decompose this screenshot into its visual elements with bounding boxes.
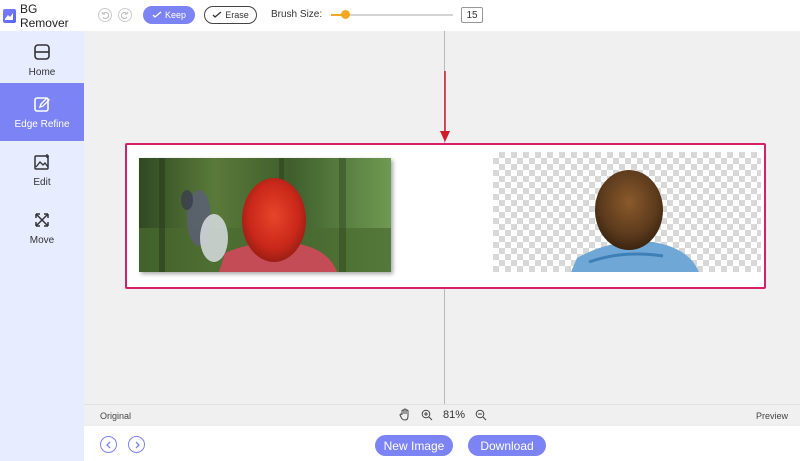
toolbar: Keep Erase Brush Size: 15 [84,0,800,31]
app-brand: BG Remover [0,0,84,31]
undo-button[interactable] [98,8,112,22]
redo-icon [121,11,129,19]
previous-button[interactable] [100,436,117,453]
redo-button[interactable] [118,8,132,22]
sidebar-item-home[interactable]: Home [0,31,84,89]
status-bar: Original 81% Preview [84,404,800,426]
zoom-controls: 81% [399,408,497,421]
zoom-out-icon[interactable] [475,409,487,421]
sidebar-item-label: Home [28,66,56,78]
chevron-right-icon [135,441,140,448]
original-image [139,158,391,272]
sidebar-item-label: Move [29,234,55,246]
erase-button[interactable]: Erase [204,6,257,24]
erase-brush-icon [212,11,222,18]
undo-icon [101,11,109,19]
sidebar-item-label: Edit [33,176,51,188]
app-logo-icon [3,8,16,23]
new-image-button[interactable]: New Image [375,435,453,456]
sidebar: BG Remover Home Edge Refine Edit Move [0,0,84,461]
preview-label: Preview [755,411,788,421]
down-arrow-annotation [440,71,450,142]
original-photo [139,158,391,272]
canvas-area [84,31,800,404]
chevron-left-icon [105,441,110,448]
brush-size-slider[interactable] [331,10,453,19]
brush-size-label: Brush Size: [271,9,323,20]
keep-button[interactable]: Keep [143,6,195,24]
preview-cutout [571,170,699,272]
bottom-bar: New Image Download [84,426,800,461]
keep-label: Keep [164,10,187,20]
edge-refine-icon [34,96,50,112]
edit-image-icon [34,153,49,170]
move-icon [35,212,49,227]
next-button[interactable] [128,436,145,453]
keep-brush-icon [152,11,162,18]
sidebar-item-label: Edge Refine [14,118,70,130]
erase-label: Erase [225,10,249,20]
sidebar-item-edge-refine[interactable]: Edge Refine [0,83,84,141]
zoom-in-icon[interactable] [421,409,433,421]
zoom-level: 81% [443,408,466,421]
brush-size-input[interactable]: 15 [461,7,483,23]
hand-pan-icon[interactable] [399,408,411,421]
app-title: BG Remover [19,1,69,30]
preview-image [493,152,761,272]
sidebar-item-edit[interactable]: Edit [0,141,84,199]
sidebar-item-move[interactable]: Move [0,199,84,257]
home-icon [34,43,50,60]
highlight-box [125,143,766,289]
original-label: Original [100,411,132,421]
download-button[interactable]: Download [468,435,546,456]
brush-size-slider-handle[interactable] [341,10,350,19]
